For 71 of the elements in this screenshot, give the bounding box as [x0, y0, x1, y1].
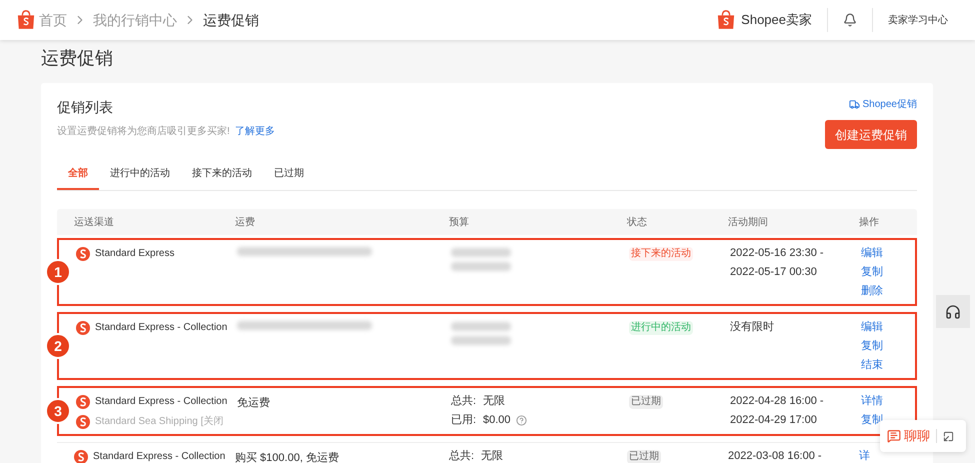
period-text: 没有限时 — [730, 320, 775, 335]
card-title: 促销列表 — [57, 98, 114, 117]
shipping-fee-text: 购买 $100.00, 免运费 — [235, 452, 339, 463]
learn-more-link[interactable]: 了解更多 — [234, 126, 275, 137]
shipping-channel-name: Standard Sea Shipping [关闭 — [95, 414, 224, 429]
filter-tab[interactable]: 进行中的活动 — [99, 159, 181, 190]
learning-center-link[interactable]: 卖家学习中心 — [888, 12, 948, 28]
shopping-bag-logo-icon — [717, 10, 736, 30]
status-tag: 已过期 — [629, 395, 663, 409]
budget-value: 无限 — [483, 394, 505, 409]
help-icon[interactable] — [516, 415, 527, 426]
annotation-number: 2 — [45, 333, 71, 359]
period-text: 2022-05-17 00:30 — [730, 265, 818, 280]
status-tag: 已过期 — [627, 450, 661, 463]
period-text: 2022-04-28 16:00 - — [730, 394, 825, 409]
action-link[interactable]: 详 — [859, 448, 870, 463]
customer-support-button[interactable] — [936, 295, 970, 328]
filter-tab[interactable]: 已过期 — [263, 159, 315, 190]
action-link[interactable]: 复制 — [861, 338, 883, 355]
action-link[interactable]: 结束 — [861, 357, 883, 374]
blurred-text — [451, 262, 511, 271]
chat-bubble-icon — [887, 429, 901, 443]
action-link[interactable]: 详情 — [861, 393, 883, 410]
shopee-promotion-link[interactable]: Shopee促销 — [848, 97, 917, 112]
status-tag: 进行中的活动 — [629, 321, 693, 335]
breadcrumb-link[interactable]: 首页 — [39, 10, 67, 30]
status-tag: 接下来的活动 — [629, 247, 693, 261]
card-description: 设置运费促销将为您商店吸引更多买家! — [57, 126, 230, 137]
column-header: 预算 — [449, 216, 470, 230]
annotation-number: 1 — [45, 259, 71, 285]
shipping-channel-name: Standard Express — [95, 247, 174, 261]
column-header: 活动期间 — [728, 216, 769, 230]
period-text: 2022-05-16 23:30 - — [730, 246, 825, 261]
shopping-bag-logo-icon — [17, 10, 35, 30]
shipping-channel-name: Standard Express - Collection — [95, 321, 228, 335]
chat-button[interactable]: 聊聊 — [887, 426, 930, 446]
create-promotion-button[interactable]: 创建运费促销 — [825, 120, 917, 149]
blurred-text — [451, 336, 511, 345]
column-header: 运费 — [235, 216, 256, 230]
headset-icon — [945, 304, 961, 320]
budget-label: 已用: — [451, 413, 478, 428]
budget-label: 总共: — [449, 449, 476, 463]
filter-tab[interactable]: 接下来的活动 — [181, 159, 263, 190]
period-text: 2022-04-29 17:00 — [730, 413, 818, 428]
breadcrumb-link[interactable]: 运费促销 — [203, 10, 259, 30]
column-header: 运送渠道 — [73, 216, 115, 230]
notification-bell-icon[interactable] — [843, 13, 857, 27]
truck-icon — [848, 99, 860, 110]
period-text: 2022-03-08 16:00 - — [728, 449, 823, 463]
shipping-logo-icon — [76, 320, 90, 334]
shipping-channel-name: Standard Express - Collection — [93, 450, 226, 463]
shipping-logo-icon — [76, 246, 90, 260]
shipping-fee-text: 免运费 — [237, 397, 270, 409]
shipping-logo-icon — [76, 414, 90, 428]
filter-tab[interactable]: 全部 — [57, 159, 99, 190]
budget-value: 无限 — [481, 449, 503, 463]
action-link[interactable]: 编辑 — [861, 319, 883, 336]
budget-value: $0.00 — [483, 413, 511, 428]
action-link[interactable]: 编辑 — [861, 245, 883, 262]
action-link[interactable]: 删除 — [861, 283, 883, 300]
column-header: 操作 — [859, 216, 880, 230]
budget-label: 总共: — [451, 394, 478, 409]
action-link[interactable]: 复制 — [861, 264, 883, 281]
annotation-number: 3 — [45, 398, 71, 424]
column-header: 状态 — [627, 216, 648, 230]
breadcrumb-link[interactable]: 我的行销中心 — [93, 10, 177, 30]
brand-name: Shopee卖家 — [741, 11, 812, 30]
page-title: 运费促销 — [41, 47, 114, 70]
shipping-channel-name: Standard Express - Collection — [95, 395, 228, 409]
shipping-logo-icon — [76, 394, 90, 408]
minimize-icon[interactable] — [943, 430, 954, 442]
